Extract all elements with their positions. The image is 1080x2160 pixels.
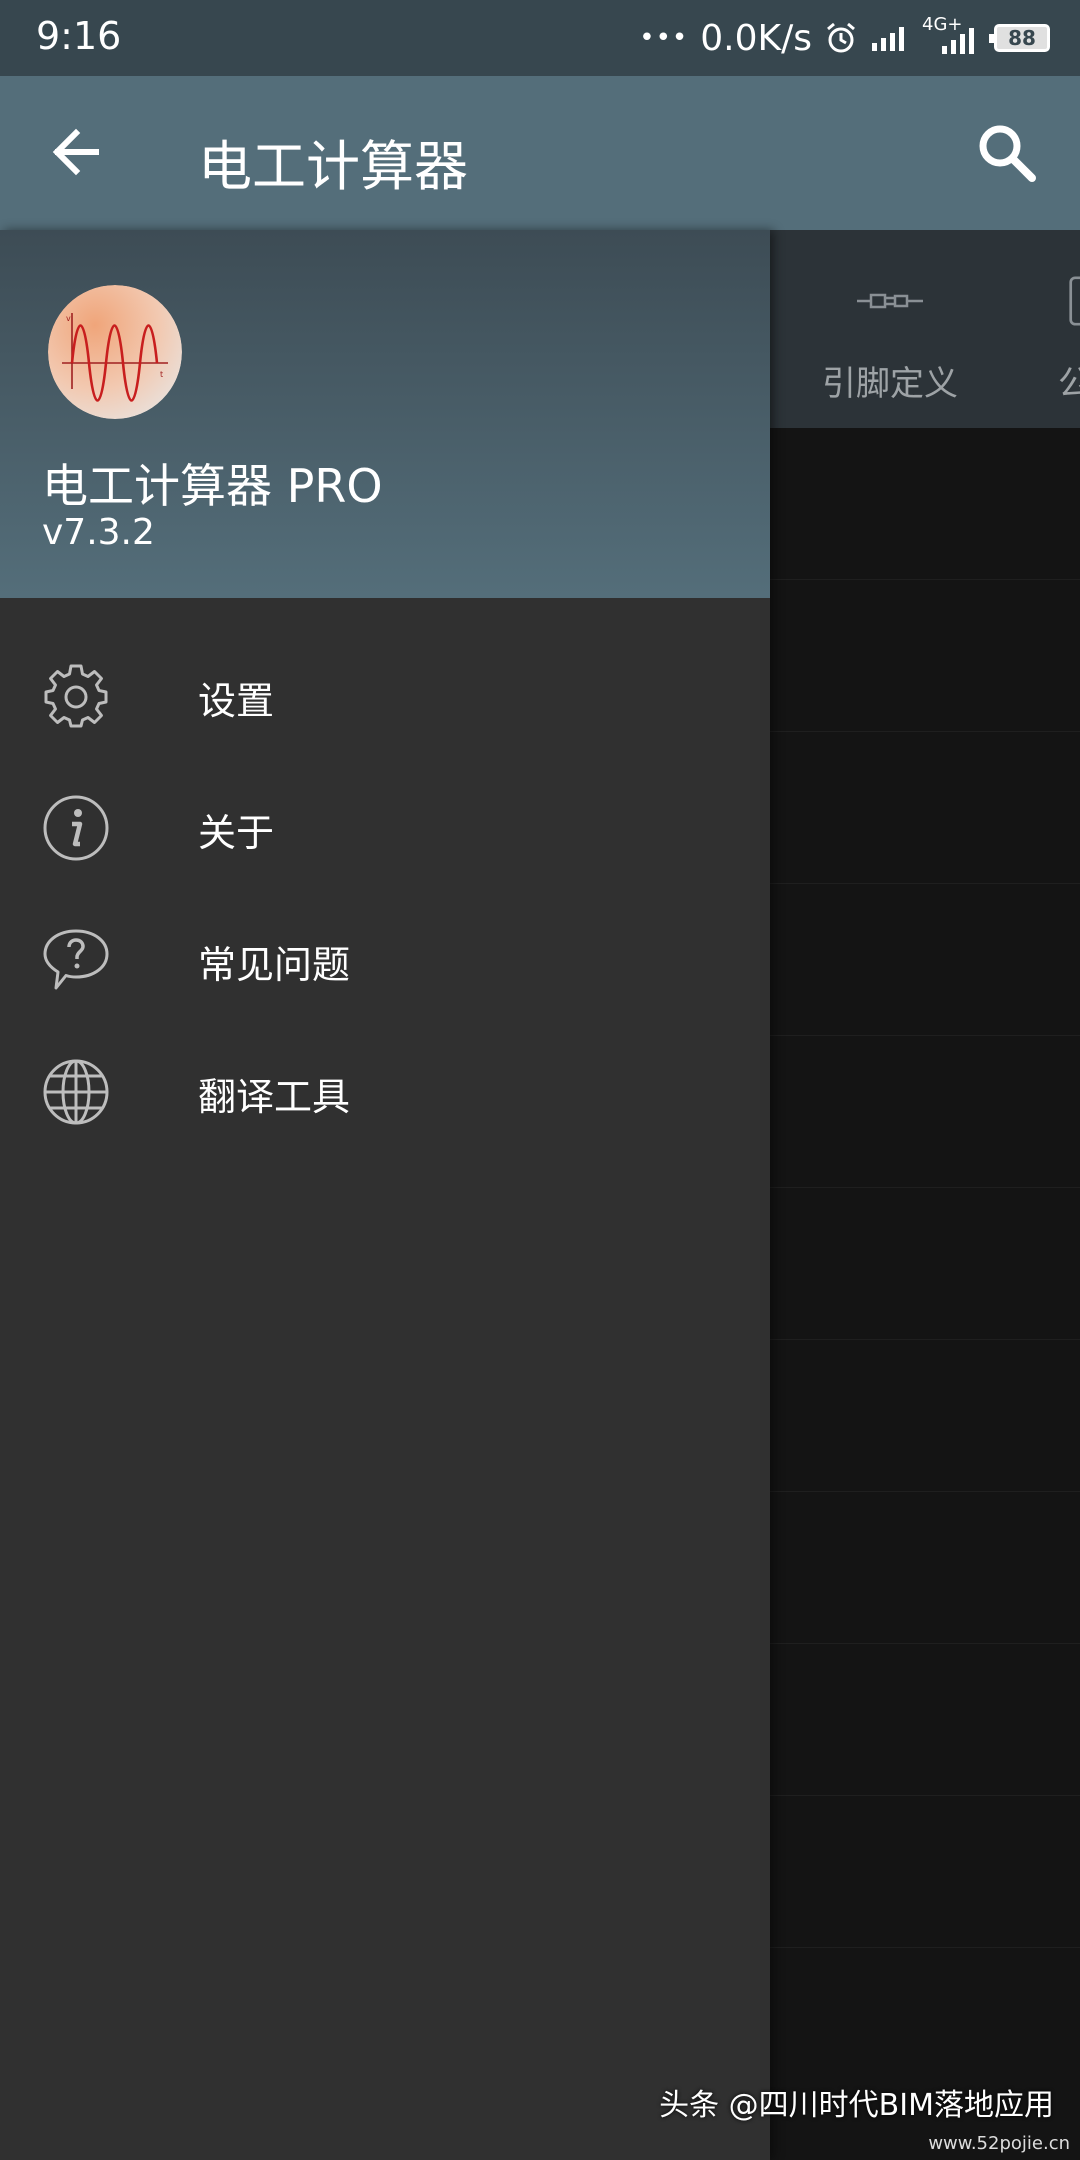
menu-item-label: 关于 — [198, 811, 275, 855]
drawer-menu: 设置 关于 常见问题 翻译工具 — [0, 630, 770, 1158]
list-item — [770, 1796, 1080, 1948]
app-logo: v t — [48, 285, 182, 419]
svg-text:t: t — [160, 370, 163, 379]
faq-icon — [43, 929, 109, 990]
tab-formula[interactable]: 公 — [1030, 230, 1080, 428]
list-item — [770, 1644, 1080, 1796]
tab-label: 公 — [1058, 364, 1080, 404]
net-speed: 0.0K/s — [700, 17, 812, 59]
drawer-header: v t 电工计算器 PRO v7.3.2 — [0, 230, 770, 598]
status-icons: ••• 0.0K/s 4G+ 88 — [639, 14, 1050, 62]
menu-item-faq[interactable]: 常见问题 — [0, 894, 770, 1026]
background-list — [770, 428, 1080, 1948]
menu-item-label: 翻译工具 — [198, 1075, 351, 1119]
status-time: 9:16 — [36, 14, 122, 58]
info-icon — [43, 795, 109, 861]
device-icon — [1069, 276, 1080, 326]
tab-label: 引脚定义 — [822, 364, 958, 404]
battery-icon: 88 — [989, 24, 1050, 52]
status-bar: 9:16 ••• 0.0K/s 4G+ 88 — [0, 0, 1080, 76]
menu-item-about[interactable]: 关于 — [0, 762, 770, 894]
gear-icon — [44, 664, 108, 728]
menu-item-translate[interactable]: 翻译工具 — [0, 1026, 770, 1158]
list-item — [770, 1492, 1080, 1644]
list-item — [770, 1340, 1080, 1492]
navigation-drawer: v t 电工计算器 PRO v7.3.2 设置 关于 常见问题 翻译工具 — [0, 230, 770, 2160]
search-icon[interactable] — [972, 118, 1042, 188]
signal-icon — [872, 27, 904, 51]
connector-icon — [857, 293, 923, 309]
app-version: v7.3.2 — [42, 512, 155, 553]
menu-item-label: 设置 — [198, 679, 275, 723]
toolbar-title: 电工计算器 — [198, 135, 468, 198]
tab-pinout[interactable]: 引脚定义 — [790, 230, 990, 428]
watermark-text: 头条 @四川时代BIM落地应用 — [659, 2088, 1054, 2123]
list-item — [770, 428, 1080, 580]
list-item — [770, 580, 1080, 732]
watermark-url: www.52pojie.cn — [928, 2133, 1070, 2154]
list-item — [770, 732, 1080, 884]
list-item — [770, 884, 1080, 1036]
alarm-icon — [827, 22, 855, 53]
menu-item-label: 常见问题 — [198, 943, 351, 987]
list-item — [770, 1036, 1080, 1188]
arrow-back-icon[interactable] — [44, 119, 110, 185]
status-dots: ••• — [639, 23, 689, 53]
svg-text:v: v — [66, 314, 71, 323]
app-toolbar: 电工计算器 — [0, 76, 1080, 230]
globe-icon — [43, 1059, 109, 1125]
menu-item-settings[interactable]: 设置 — [0, 630, 770, 762]
signal-4g-icon: 4G+ — [922, 14, 982, 58]
app-name: 电工计算器 PRO — [42, 459, 383, 513]
list-item — [770, 1188, 1080, 1340]
